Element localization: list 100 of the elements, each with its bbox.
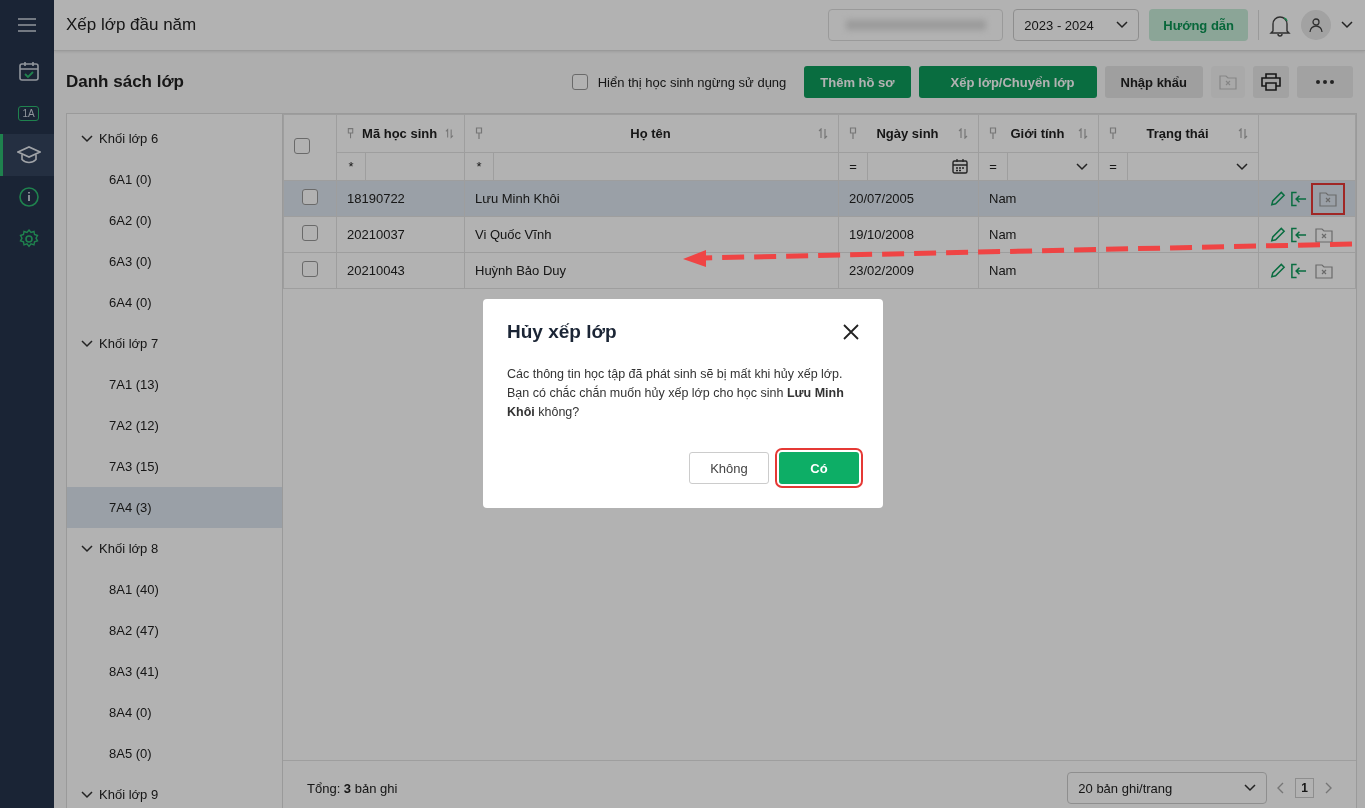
dialog-title: Hủy xếp lớp: [507, 321, 617, 343]
column-header[interactable]: Giới tính: [978, 114, 1099, 153]
transfer-icon[interactable]: [1290, 189, 1307, 208]
folder-remove-icon: [1319, 190, 1337, 207]
next-page-icon[interactable]: [1324, 782, 1332, 794]
avatar-icon[interactable]: [1301, 10, 1331, 40]
tree-item[interactable]: 6A3 (0): [67, 241, 282, 282]
tree-item[interactable]: 8A5 (0): [67, 733, 282, 774]
filter-field[interactable]: *: [464, 152, 839, 181]
row-checkbox[interactable]: [302, 261, 318, 277]
nav-item[interactable]: 1A: [0, 92, 54, 134]
calendar-icon[interactable]: [952, 159, 968, 174]
row-checkbox[interactable]: [302, 189, 318, 205]
pin-icon[interactable]: [475, 127, 483, 140]
table-cell: 23/02/2009: [838, 252, 979, 289]
folder-remove-icon: [1315, 262, 1333, 279]
graduation-cap-icon[interactable]: [16, 145, 41, 165]
table-cell: Lưu Minh Khôi: [464, 180, 839, 217]
menu-icon[interactable]: [18, 18, 36, 32]
pencil-icon[interactable]: [1269, 261, 1286, 280]
previous-page-icon[interactable]: [1277, 782, 1286, 794]
tree-item[interactable]: 6A2 (0): [67, 200, 282, 241]
tree-item[interactable]: 6A4 (0): [67, 282, 282, 323]
column-header[interactable]: Ngày sinh: [838, 114, 979, 153]
page-number[interactable]: 1: [1295, 778, 1314, 798]
tree-item[interactable]: 8A1 (40): [67, 569, 282, 610]
bell-icon[interactable]: [1269, 13, 1291, 37]
table-cell: 18190722: [336, 180, 465, 217]
tree-group[interactable]: Khối lớp 6: [67, 118, 282, 159]
sort-icon[interactable]: [1238, 128, 1248, 139]
column-header[interactable]: Mã học sinh: [336, 114, 465, 153]
print-button[interactable]: [1253, 66, 1289, 98]
table-cell: Vi Quốc Vĩnh: [464, 216, 839, 253]
section-title: Danh sách lớp: [66, 72, 185, 92]
tree-item[interactable]: 7A1 (13): [67, 364, 282, 405]
filter-field[interactable]: =: [838, 152, 979, 181]
account-menu-chevron-icon: [1341, 21, 1353, 29]
dialog-button[interactable]: Không: [689, 452, 769, 484]
table-cell: 20210043: [336, 252, 465, 289]
tree-group[interactable]: Khối lớp 8: [67, 528, 282, 569]
select-all-checkbox[interactable]: [294, 138, 310, 154]
calendar-icon[interactable]: [17, 60, 40, 82]
nav-item[interactable]: [0, 134, 54, 176]
pin-icon[interactable]: [347, 127, 355, 140]
chevron-down-icon: [81, 544, 93, 553]
tree-group[interactable]: Khối lớp 9: [67, 774, 282, 808]
class-icon[interactable]: 1A: [18, 105, 39, 121]
tree-item[interactable]: 8A4 (0): [67, 692, 282, 733]
tree-group[interactable]: Khối lớp 7: [67, 323, 282, 364]
checkbox-label: Hiển thị học sinh ngừng sử dụng: [597, 74, 787, 90]
toolbar-button[interactable]: Nhập khẩu: [1104, 66, 1203, 98]
tree-item[interactable]: 8A3 (41): [67, 651, 282, 692]
table-cell: 19/10/2008: [838, 216, 979, 253]
pin-icon[interactable]: [1109, 127, 1117, 140]
record-total: Tổng: 3 bản ghi: [307, 780, 399, 796]
row-checkbox[interactable]: [302, 225, 318, 241]
pencil-icon[interactable]: [1269, 189, 1286, 208]
table-cell: Nam: [978, 180, 1099, 217]
pencil-icon[interactable]: [1269, 225, 1286, 244]
table-cell: 20210037: [336, 216, 465, 253]
chevron-down-icon: [81, 134, 93, 143]
chevron-down-icon: [1116, 21, 1129, 29]
pin-icon[interactable]: [989, 127, 997, 140]
filter-field[interactable]: *: [336, 152, 465, 181]
chevron-down-icon: [81, 790, 93, 799]
sort-icon[interactable]: [1078, 128, 1088, 139]
chevron-down-icon: [1244, 784, 1257, 792]
folder-remove-icon: [1315, 226, 1333, 243]
tree-item[interactable]: 7A4 (3): [67, 487, 282, 528]
table-cell: Nam: [978, 252, 1099, 289]
tree-item[interactable]: 6A1 (0): [67, 159, 282, 200]
page-title: Xếp lớp đầu năm: [66, 15, 198, 35]
filter-field[interactable]: =: [978, 152, 1099, 181]
more-button[interactable]: [1297, 66, 1353, 98]
sort-icon[interactable]: [818, 128, 828, 139]
pin-icon[interactable]: [849, 127, 857, 140]
more-icon: [1315, 80, 1335, 84]
chevron-down-icon: [1236, 162, 1248, 171]
column-header[interactable]: Trạng thái: [1098, 114, 1259, 153]
settings-icon[interactable]: [17, 228, 40, 250]
filter-field[interactable]: =: [1098, 152, 1259, 181]
info-icon[interactable]: [17, 186, 40, 208]
checkbox[interactable]: [571, 74, 588, 90]
tree-item[interactable]: 7A2 (12): [67, 405, 282, 446]
close-icon[interactable]: [843, 324, 859, 340]
page-size-select[interactable]: 20 bản ghi/trang: [1067, 772, 1268, 804]
remove-class-button[interactable]: [1311, 182, 1345, 215]
transfer-icon[interactable]: [1290, 261, 1307, 280]
school-year-select[interactable]: 2023 - 2024: [1013, 9, 1140, 41]
chevron-down-icon: [81, 339, 93, 348]
transfer-icon[interactable]: [1290, 225, 1307, 244]
dialog-message: Các thông tin học tập đã phát sinh sẽ bị mất khi hủy xếp lớp. Bạn có chắc chắn muốn hủy xếp lớp cho học sinh Lưu Minh Khôi không?: [507, 366, 845, 421]
table-cell: 20/07/2005: [838, 180, 979, 217]
chevron-down-icon: [1076, 162, 1088, 171]
sort-icon[interactable]: [445, 128, 454, 139]
tree-item[interactable]: 8A2 (47): [67, 610, 282, 651]
print-icon: [1261, 73, 1281, 91]
sort-icon[interactable]: [958, 128, 968, 139]
tree-item[interactable]: 7A3 (15): [67, 446, 282, 487]
column-header[interactable]: Họ tên: [464, 114, 839, 153]
